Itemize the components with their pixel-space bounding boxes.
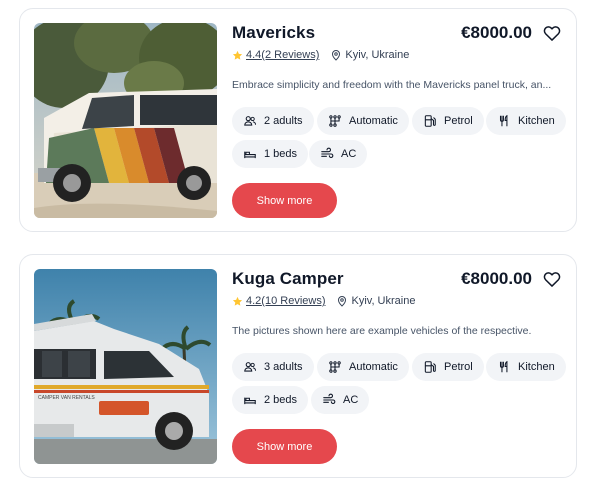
feature-transmission: Automatic (317, 353, 409, 381)
listing-meta: 4.2 (10 Reviews) Kyiv, Ukraine (232, 293, 415, 309)
fuel-icon (424, 361, 436, 373)
feature-label: 2 beds (264, 394, 298, 406)
location-text: Kyiv, Ukraine (351, 295, 416, 307)
rating-value[interactable]: 4.2 (246, 295, 261, 307)
listing-price: €8000.00 (461, 23, 532, 42)
camper-photo-image (34, 23, 217, 218)
feature-transmission: Automatic (317, 107, 409, 135)
listing-price: €8000.00 (461, 269, 532, 288)
location-text: Kyiv, Ukraine (345, 49, 410, 61)
wind-icon (323, 393, 336, 404)
transmission-icon (329, 361, 341, 373)
feature-label: AC (341, 148, 357, 160)
bed-icon (244, 397, 256, 405)
camper-card: CAMPER VAN RENTALS Kuga Camper €8000.00 … (19, 254, 577, 478)
feature-adults: 3 adults (232, 353, 314, 381)
feature-fuel: Petrol (412, 107, 484, 135)
feature-label: Petrol (444, 115, 473, 127)
camper-photo (34, 23, 217, 218)
listing-description: Embrace simplicity and freedom with the … (232, 79, 552, 91)
van-decal-text: CAMPER VAN RENTALS (38, 395, 95, 401)
camper-card: Mavericks €8000.00 4.4 (2 Reviews) Kyiv,… (19, 8, 577, 232)
feature-adults: 2 adults (232, 107, 314, 135)
heart-icon[interactable] (542, 269, 562, 289)
feature-label: Automatic (349, 115, 398, 127)
show-more-button[interactable]: Show more (232, 429, 337, 464)
wind-icon (321, 147, 334, 158)
feature-label: Kitchen (518, 115, 555, 127)
map-pin-icon (332, 50, 341, 61)
listing-meta: 4.4 (2 Reviews) Kyiv, Ukraine (232, 47, 409, 63)
feature-kitchen: Kitchen (486, 107, 566, 135)
feature-label: 2 adults (264, 115, 303, 127)
users-icon (244, 362, 257, 372)
heart-icon[interactable] (542, 23, 562, 43)
feature-label: 3 adults (264, 361, 303, 373)
star-icon (232, 296, 243, 306)
transmission-icon (329, 115, 341, 127)
feature-fuel: Petrol (412, 353, 484, 381)
feature-label: Kitchen (518, 361, 555, 373)
users-icon (244, 116, 257, 126)
kitchen-icon (499, 114, 508, 127)
camper-photo-image: CAMPER VAN RENTALS (34, 269, 217, 464)
camper-photo: CAMPER VAN RENTALS (34, 269, 217, 464)
feature-label: 1 beds (264, 148, 298, 160)
feature-label: AC (343, 394, 359, 406)
feature-kitchen: Kitchen (486, 353, 566, 381)
feature-ac: AC (311, 386, 370, 414)
show-more-button[interactable]: Show more (232, 183, 337, 218)
feature-beds: 1 beds (232, 140, 309, 168)
feature-label: Petrol (444, 361, 473, 373)
star-icon (232, 50, 243, 60)
bed-icon (244, 151, 256, 159)
fuel-icon (424, 115, 436, 127)
listing-title: Mavericks (232, 23, 316, 42)
reviews-link[interactable]: (10 Reviews) (261, 295, 325, 307)
kitchen-icon (499, 360, 508, 373)
map-pin-icon (338, 296, 347, 307)
rating-value[interactable]: 4.4 (246, 49, 261, 61)
listing-title: Kuga Camper (232, 269, 344, 288)
reviews-link[interactable]: (2 Reviews) (261, 49, 319, 61)
listing-description: The pictures shown here are example vehi… (232, 325, 532, 337)
feature-beds: 2 beds (232, 386, 309, 414)
feature-ac: AC (309, 140, 368, 168)
feature-label: Automatic (349, 361, 398, 373)
